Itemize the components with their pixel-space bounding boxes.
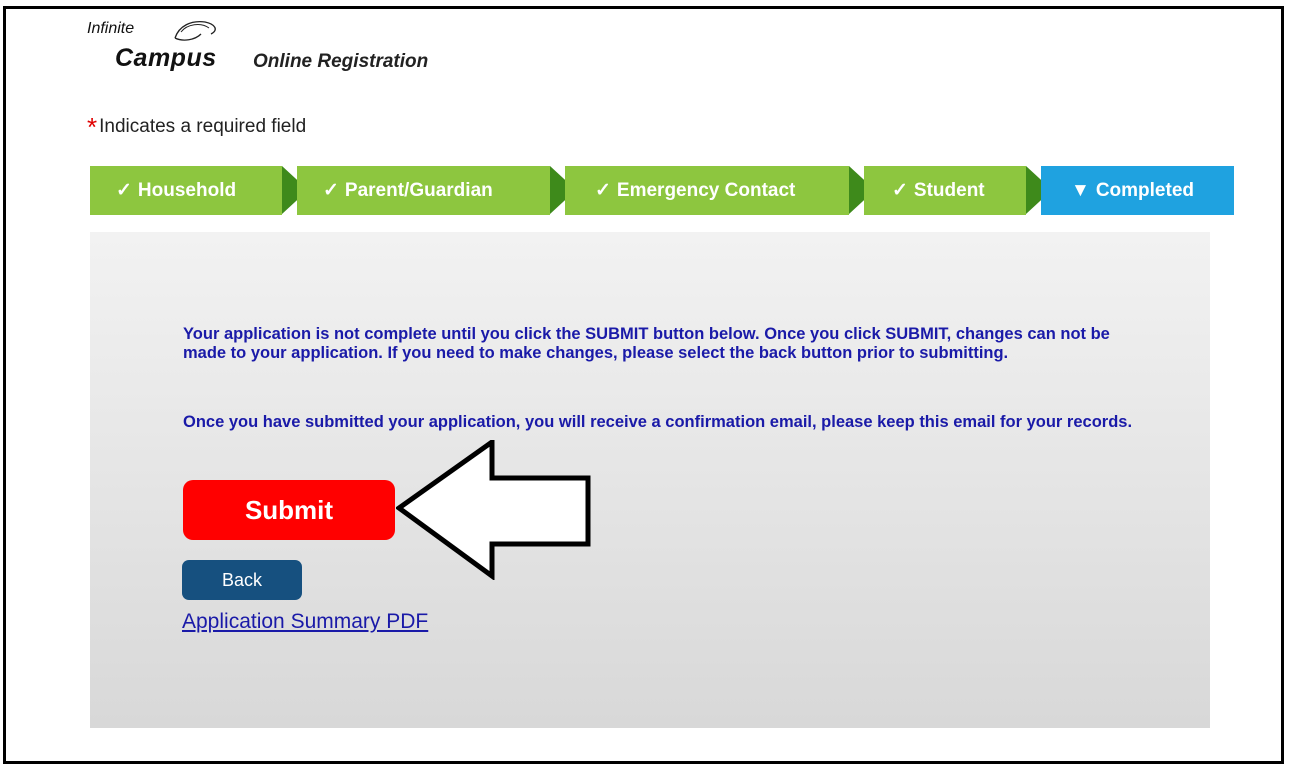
step-label: Parent/Guardian bbox=[344, 179, 493, 201]
step-label: Emergency Contact bbox=[616, 179, 796, 201]
step-label: Completed bbox=[1095, 179, 1194, 201]
checkmark-icon: ✓ bbox=[595, 180, 611, 201]
step-completed[interactable]: ▼ Completed bbox=[1041, 166, 1234, 215]
application-summary-pdf-link[interactable]: Application Summary PDF bbox=[182, 610, 428, 634]
required-field-note: * Indicates a required field bbox=[87, 112, 306, 143]
pointer-arrow-icon bbox=[396, 440, 591, 580]
logo-campus-text: Campus bbox=[115, 44, 217, 72]
step-label: Student bbox=[913, 179, 985, 201]
submit-instructions: Your application is not complete until y… bbox=[183, 325, 1110, 362]
logo-infinite-text: Infinite bbox=[87, 20, 135, 37]
submit-button[interactable]: Submit bbox=[183, 480, 395, 540]
step-student[interactable]: ✓ Student bbox=[864, 166, 1052, 215]
logo-subtitle: Online Registration bbox=[253, 51, 429, 72]
checkmark-icon: ✓ bbox=[892, 180, 908, 201]
step-emergency-contact[interactable]: ✓ Emergency Contact bbox=[565, 166, 875, 215]
completion-panel: Your application is not complete until y… bbox=[90, 232, 1210, 728]
confirmation-note: Once you have submitted your application… bbox=[183, 413, 1133, 431]
checkmark-icon: ✓ bbox=[323, 180, 339, 201]
step-label: Household bbox=[137, 179, 237, 201]
checkmark-icon: ✓ bbox=[116, 180, 132, 201]
progress-steps: ✓ Household ✓ Parent/Guardian ✓ Emergenc… bbox=[90, 166, 1234, 215]
triangle-down-icon: ▼ bbox=[1071, 179, 1090, 201]
logo-swoosh-icon bbox=[174, 20, 216, 41]
required-star-icon: * bbox=[87, 112, 98, 142]
required-note-text: Indicates a required field bbox=[99, 116, 307, 137]
step-household[interactable]: ✓ Household bbox=[90, 166, 308, 215]
step-parent-guardian[interactable]: ✓ Parent/Guardian bbox=[297, 166, 576, 215]
back-button[interactable]: Back bbox=[182, 560, 302, 600]
